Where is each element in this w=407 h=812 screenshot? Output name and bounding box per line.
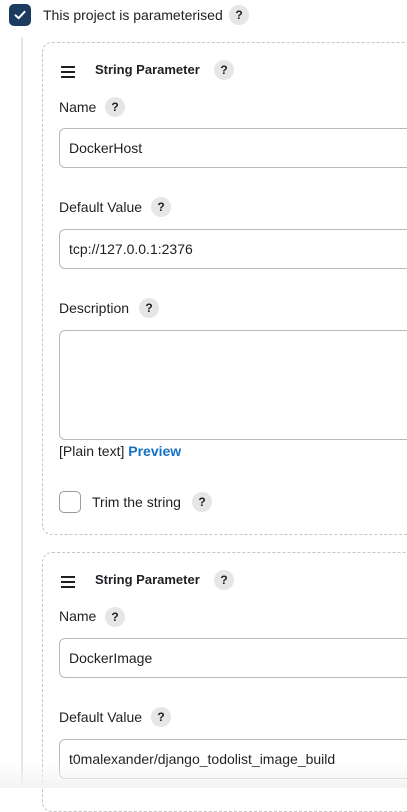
parameter-header: String Parameter <box>95 572 200 587</box>
help-icon[interactable]: ? <box>105 97 125 117</box>
name-label: Name <box>59 99 97 115</box>
trim-string-checkbox[interactable] <box>59 491 81 513</box>
help-icon[interactable]: ? <box>229 5 249 25</box>
help-icon[interactable]: ? <box>139 298 159 318</box>
help-icon[interactable]: ? <box>151 707 171 727</box>
default-value-label: Default Value <box>59 709 143 725</box>
preview-link[interactable]: Preview <box>128 443 181 459</box>
name-label: Name <box>59 608 97 624</box>
trim-string-label: Trim the string <box>92 494 181 510</box>
help-icon[interactable]: ? <box>214 60 234 80</box>
default-value-label: Default Value <box>59 199 143 215</box>
drag-handle-icon[interactable] <box>61 66 75 81</box>
section-indent-line <box>21 37 23 788</box>
help-icon[interactable]: ? <box>105 607 125 627</box>
parameter-header: String Parameter <box>95 62 200 77</box>
help-icon[interactable]: ? <box>192 492 212 512</box>
parameterised-label: This project is parameterised <box>43 7 223 23</box>
drag-handle-icon[interactable] <box>61 576 75 591</box>
plain-text-note: [Plain text] <box>59 443 125 459</box>
scroll-fade <box>0 762 407 788</box>
name-input[interactable]: DockerHost <box>59 128 407 168</box>
default-value-input[interactable]: tcp://127.0.0.1:2376 <box>59 229 407 269</box>
string-parameter-block-1 <box>42 42 407 535</box>
parameterised-checkbox[interactable] <box>9 4 31 26</box>
help-icon[interactable]: ? <box>214 570 234 590</box>
description-label: Description <box>59 300 130 316</box>
description-textarea[interactable] <box>59 330 407 440</box>
name-input[interactable]: DockerImage <box>59 638 407 678</box>
help-icon[interactable]: ? <box>151 197 171 217</box>
format-note-row: [Plain text] Preview <box>59 443 181 459</box>
checkmark-icon <box>14 10 26 20</box>
